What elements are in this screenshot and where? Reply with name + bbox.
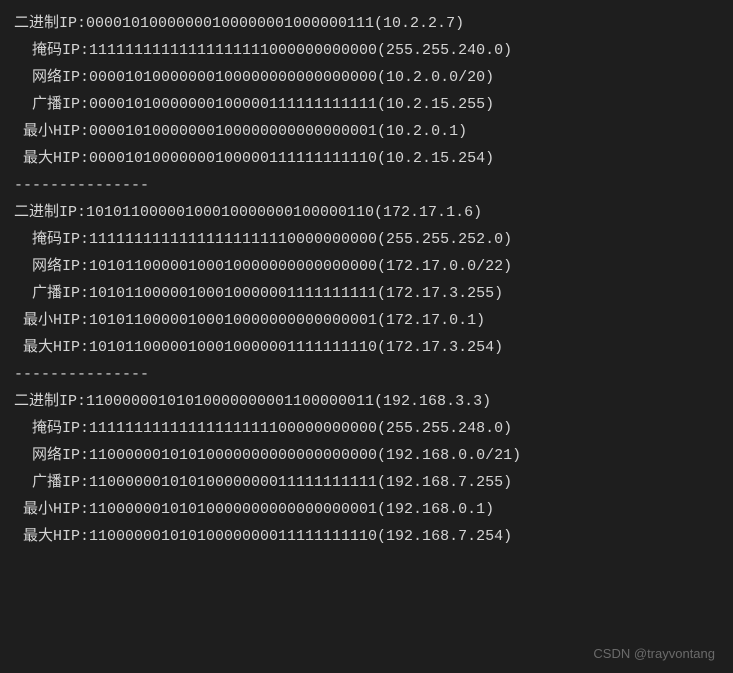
ip-block: 二进制IP:10101100000100010000000100000110(1… — [14, 199, 719, 361]
separator: --------------- — [14, 172, 719, 199]
output-line: 二进制IP:11000000101010000000001100000011(1… — [14, 388, 719, 415]
watermark-text: CSDN @trayvontang — [593, 642, 715, 665]
output-line: 掩码IP:11111111111111111111000000000000(25… — [14, 37, 719, 64]
output-line: 广播IP:00001010000000100000111111111111(10… — [14, 91, 719, 118]
output-line: 网络IP:00001010000000100000000000000000(10… — [14, 64, 719, 91]
output-line: 最大HIP:10101100000100010000001111111110(1… — [14, 334, 719, 361]
output-line: 二进制IP:00001010000000100000001000000111(1… — [14, 10, 719, 37]
ip-block: 二进制IP:00001010000000100000001000000111(1… — [14, 10, 719, 172]
output-line: 最大HIP:00001010000000100000111111111110(1… — [14, 145, 719, 172]
terminal-output: 二进制IP:00001010000000100000001000000111(1… — [14, 10, 719, 550]
output-line: 最小HIP:00001010000000100000000000000001(1… — [14, 118, 719, 145]
ip-block: 二进制IP:11000000101010000000001100000011(1… — [14, 388, 719, 550]
output-line: 掩码IP:11111111111111111111110000000000(25… — [14, 226, 719, 253]
output-line: 最小HIP:11000000101010000000000000000001(1… — [14, 496, 719, 523]
output-line: 最大HIP:11000000101010000000011111111110(1… — [14, 523, 719, 550]
output-line: 网络IP:11000000101010000000000000000000(19… — [14, 442, 719, 469]
output-line: 广播IP:10101100000100010000001111111111(17… — [14, 280, 719, 307]
output-line: 掩码IP:11111111111111111111100000000000(25… — [14, 415, 719, 442]
separator: --------------- — [14, 361, 719, 388]
output-line: 广播IP:11000000101010000000011111111111(19… — [14, 469, 719, 496]
output-line: 二进制IP:10101100000100010000000100000110(1… — [14, 199, 719, 226]
output-line: 网络IP:10101100000100010000000000000000(17… — [14, 253, 719, 280]
output-line: 最小HIP:10101100000100010000000000000001(1… — [14, 307, 719, 334]
